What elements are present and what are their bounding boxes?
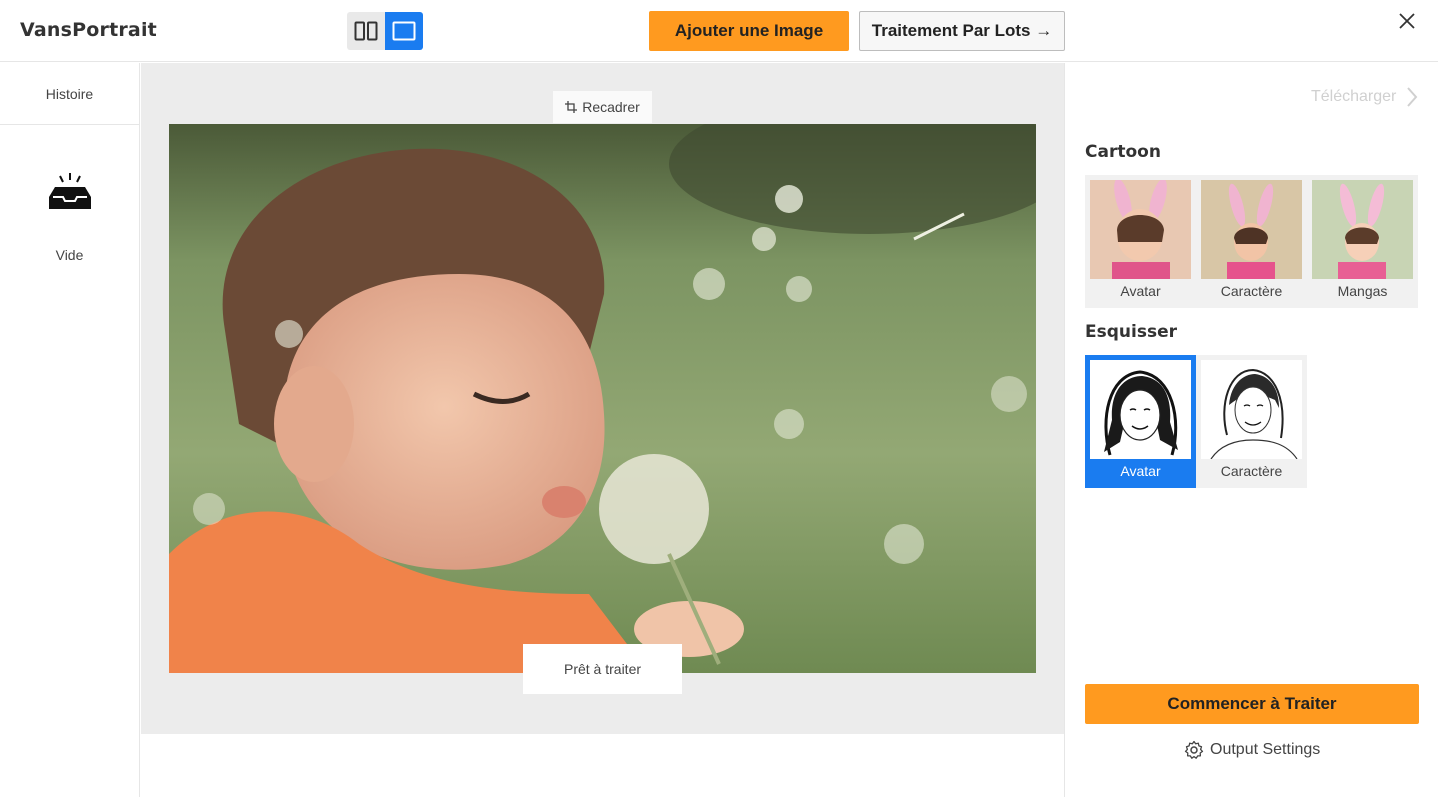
sketch-avatar-thumbnail xyxy=(1090,360,1191,459)
style-label: Avatar xyxy=(1120,283,1161,299)
app-logo: VansPortrait xyxy=(20,19,157,41)
split-view-icon xyxy=(354,21,378,41)
cartoon-style-character[interactable]: Caractère xyxy=(1196,175,1307,308)
batch-processing-button[interactable]: Traitement Par Lots → xyxy=(859,11,1065,51)
history-tab[interactable]: Histoire xyxy=(0,63,139,125)
empty-history-label: Vide xyxy=(55,247,84,263)
cartoon-style-avatar[interactable]: Avatar xyxy=(1085,175,1196,308)
style-label: Caractère xyxy=(1220,283,1283,299)
close-icon[interactable] xyxy=(1396,10,1418,32)
style-label: Caractère xyxy=(1220,463,1283,479)
output-settings-link[interactable]: Output Settings xyxy=(1184,740,1320,760)
cartoon-section-title: Cartoon xyxy=(1085,142,1161,162)
download-button[interactable]: Télécharger xyxy=(1311,86,1418,108)
single-view-icon xyxy=(392,21,416,41)
status-label: Prêt à traiter xyxy=(523,644,682,694)
start-processing-button[interactable]: Commencer à Traiter xyxy=(1085,684,1419,724)
history-sidebar: Histoire Vide xyxy=(0,63,140,797)
canvas-footer xyxy=(141,734,1064,797)
view-mode-toggle xyxy=(347,12,423,50)
sketch-character-thumbnail xyxy=(1201,360,1302,459)
split-view-button[interactable] xyxy=(347,12,385,50)
chevron-right-icon xyxy=(1407,87,1418,107)
sketch-style-avatar[interactable]: Avatar xyxy=(1085,355,1196,488)
style-label: Avatar xyxy=(1120,463,1161,479)
cartoon-avatar-thumbnail xyxy=(1090,180,1191,279)
download-label: Télécharger xyxy=(1311,88,1397,105)
cartoon-style-list: Avatar Caractère Mangas xyxy=(1085,175,1418,308)
crop-icon xyxy=(565,101,578,113)
sketch-style-list: Avatar Caractère xyxy=(1085,355,1307,488)
gear-icon xyxy=(1184,740,1204,759)
top-bar: VansPortrait Ajouter une Image Traitemen… xyxy=(0,0,1438,62)
style-label: Mangas xyxy=(1337,283,1388,299)
crop-label: Recadrer xyxy=(582,99,640,115)
single-view-button[interactable] xyxy=(385,12,423,50)
crop-button[interactable]: Recadrer xyxy=(553,91,652,123)
cartoon-manga-thumbnail xyxy=(1312,180,1413,279)
add-image-button[interactable]: Ajouter une Image xyxy=(649,11,849,51)
sketch-style-character[interactable]: Caractère xyxy=(1196,355,1307,488)
cartoon-style-manga[interactable]: Mangas xyxy=(1307,175,1418,308)
sketch-section-title: Esquisser xyxy=(1085,322,1177,342)
empty-tray-icon xyxy=(49,173,91,209)
cartoon-character-thumbnail xyxy=(1201,180,1302,279)
output-settings-label: Output Settings xyxy=(1210,741,1321,758)
uploaded-photo xyxy=(169,124,1036,673)
